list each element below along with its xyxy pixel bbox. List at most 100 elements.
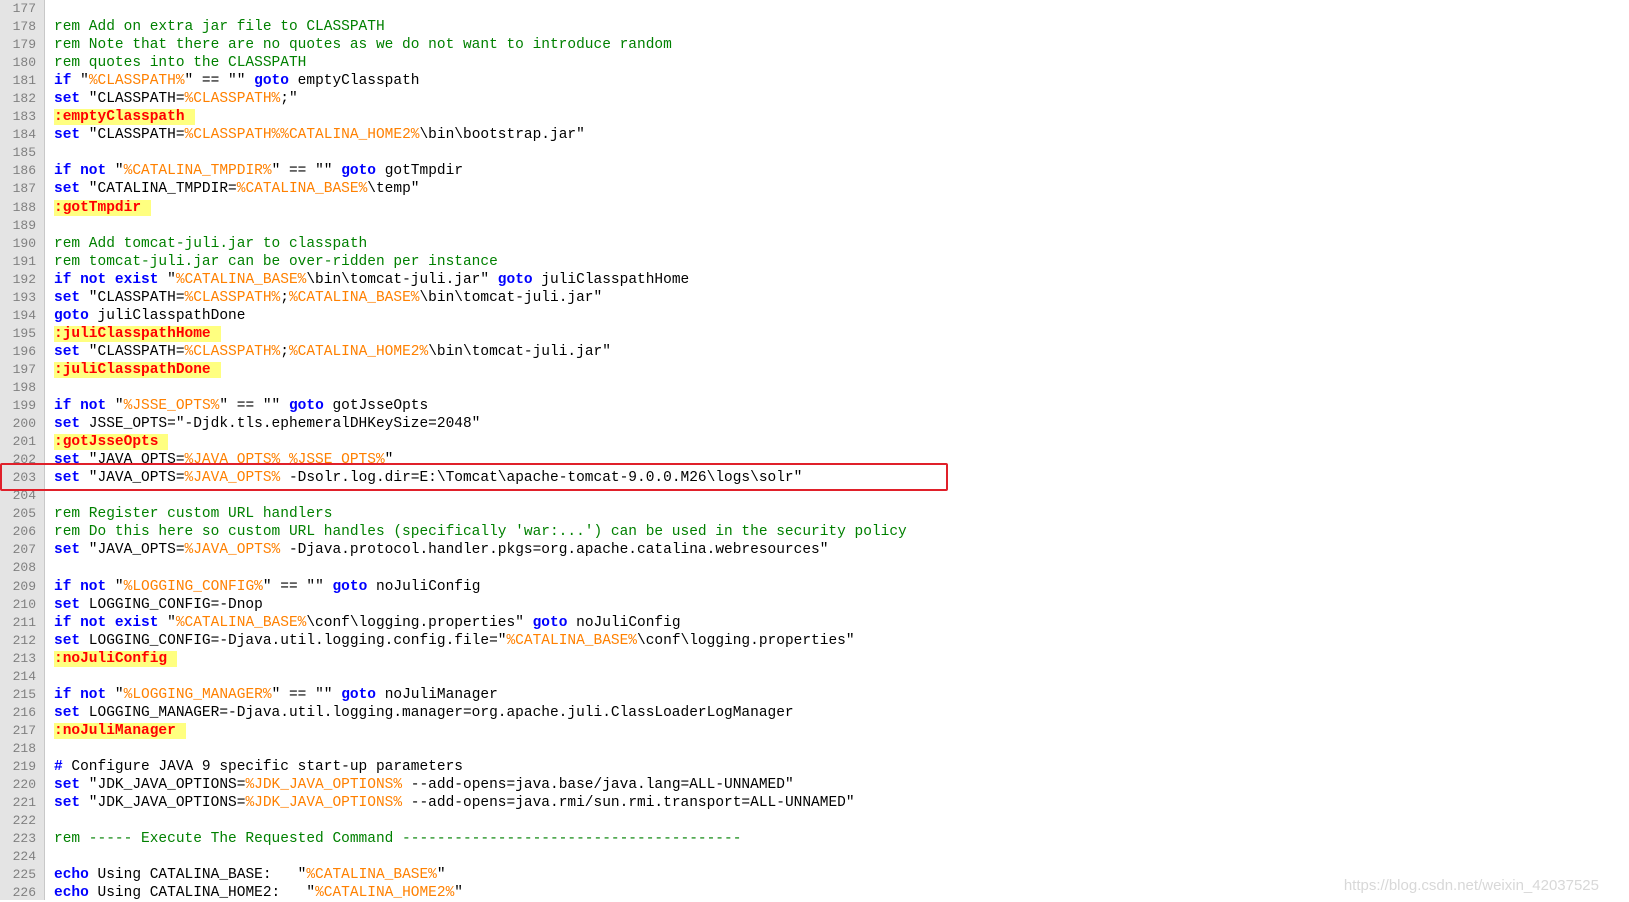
line-number: 200: [12, 416, 36, 432]
code-line[interactable]: 183:emptyClasspath: [0, 108, 1629, 126]
code-line[interactable]: 190 rem Add tomcat-juli.jar to classpath: [0, 235, 1629, 253]
line-code: rem Do this here so custom URL handles (…: [54, 523, 907, 541]
code-token: if not: [54, 578, 107, 595]
line-code: set "CLASSPATH=%CLASSPATH%;%CATALINA_HOM…: [54, 343, 611, 361]
code-line[interactable]: 180 rem quotes into the CLASSPATH: [0, 54, 1629, 72]
code-line[interactable]: 177: [0, 0, 1629, 18]
line-code: set JSSE_OPTS="-Djdk.tls.ephemeralDHKeyS…: [54, 415, 480, 433]
line-code: rem quotes into the CLASSPATH: [54, 54, 306, 72]
line-code: set LOGGING_MANAGER=-Djava.util.logging.…: [54, 704, 794, 722]
line-code: echo Using CATALINA_HOME2: "%CATALINA_HO…: [54, 884, 463, 902]
code-token: "CATALINA_TMPDIR=: [80, 181, 237, 198]
code-line[interactable]: 216 set LOGGING_MANAGER=-Djava.util.loggi…: [0, 704, 1629, 722]
code-token: #: [54, 758, 63, 775]
line-code: set "JDK_JAVA_OPTIONS=%JDK_JAVA_OPTIONS%…: [54, 776, 794, 794]
line-number: 180: [12, 55, 36, 71]
code-line[interactable]: 224: [0, 848, 1629, 866]
code-line[interactable]: 191 rem tomcat-juli.jar can be over-ridde…: [0, 253, 1629, 271]
code-line[interactable]: 192 if not exist "%CATALINA_BASE%\bin\tom…: [0, 271, 1629, 289]
code-line[interactable]: 186 if not "%CATALINA_TMPDIR%" == "" goto…: [0, 162, 1629, 180]
code-line[interactable]: 198: [0, 379, 1629, 397]
code-token: "JAVA_OPTS=: [80, 542, 185, 559]
code-token: rem tomcat-juli.jar can be over-ridden p…: [54, 253, 498, 270]
code-line[interactable]: 200 set JSSE_OPTS="-Djdk.tls.ephemeralDHK…: [0, 415, 1629, 433]
code-token: set: [54, 542, 81, 559]
code-token: juliClasspathHome: [532, 271, 690, 288]
code-token: goto: [532, 614, 568, 631]
code-line[interactable]: 188:gotTmpdir: [0, 199, 1629, 217]
line-code: :emptyClasspath: [54, 108, 195, 126]
code-line[interactable]: 201:gotJsseOpts: [0, 433, 1629, 451]
line-code: if not exist "%CATALINA_BASE%\conf\loggi…: [54, 614, 681, 632]
code-token: emptyClasspath: [288, 73, 420, 90]
line-number: 186: [12, 163, 36, 179]
code-line[interactable]: 221 set "JDK_JAVA_OPTIONS=%JDK_JAVA_OPTIO…: [0, 794, 1629, 812]
code-line[interactable]: 197:juliClasspathDone: [0, 361, 1629, 379]
code-line[interactable]: 212 set LOGGING_CONFIG=-Djava.util.loggin…: [0, 632, 1629, 650]
code-token: rem Add tomcat-juli.jar to classpath: [54, 235, 368, 252]
code-line[interactable]: 189: [0, 217, 1629, 235]
code-line[interactable]: 220 set "JDK_JAVA_OPTIONS=%JDK_JAVA_OPTIO…: [0, 776, 1629, 794]
line-number: 223: [12, 831, 36, 847]
code-token: noJuliManager: [376, 686, 498, 703]
code-line[interactable]: 193 set "CLASSPATH=%CLASSPATH%;%CATALINA_…: [0, 289, 1629, 307]
code-token: \conf\logging.properties": [637, 632, 855, 649]
code-token: rem ----- Execute The Requested Command …: [54, 831, 742, 848]
code-line[interactable]: 187 set "CATALINA_TMPDIR=%CATALINA_BASE%\…: [0, 180, 1629, 198]
code-token: ": [454, 885, 463, 902]
code-line[interactable]: 223 rem ----- Execute The Requested Comma…: [0, 830, 1629, 848]
code-line[interactable]: 219 # Configure JAVA 9 specific start-up …: [0, 758, 1629, 776]
code-token: %CLASSPATH%: [184, 343, 281, 360]
code-token: ;": [280, 91, 298, 108]
code-line[interactable]: 194 goto juliClasspathDone: [0, 307, 1629, 325]
code-token: \bin\tomcat-juli.jar": [419, 289, 603, 306]
code-token: Using CATALINA_BASE: ": [88, 867, 307, 884]
code-line[interactable]: 214: [0, 668, 1629, 686]
code-line[interactable]: 195:juliClasspathHome: [0, 325, 1629, 343]
code-line[interactable]: 210 set LOGGING_CONFIG=-Dnop: [0, 596, 1629, 614]
code-line[interactable]: 215 if not "%LOGGING_MANAGER%" == "" goto…: [0, 686, 1629, 704]
code-line[interactable]: 179 rem Note that there are no quotes as …: [0, 36, 1629, 54]
code-token: ": [158, 271, 176, 288]
line-number: 178: [12, 19, 36, 35]
code-token: "JDK_JAVA_OPTIONS=: [80, 795, 246, 812]
code-line[interactable]: 185: [0, 144, 1629, 162]
code-line[interactable]: 178 rem Add on extra jar file to CLASSPAT…: [0, 18, 1629, 36]
code-line[interactable]: 206 rem Do this here so custom URL handle…: [0, 523, 1629, 541]
code-token: if not: [54, 398, 107, 415]
code-line[interactable]: 199 if not "%JSSE_OPTS%" == "" goto gotJs…: [0, 397, 1629, 415]
code-token: set: [54, 91, 81, 108]
code-line[interactable]: 209 if not "%LOGGING_CONFIG%" == "" goto …: [0, 578, 1629, 596]
line-code: set "JAVA_OPTS=%JAVA_OPTS% -Djava.protoc…: [54, 541, 828, 559]
line-code: :juliClasspathHome: [54, 325, 221, 343]
code-line[interactable]: 222: [0, 812, 1629, 830]
line-code: set "CLASSPATH=%CLASSPATH%;": [54, 90, 298, 108]
code-line[interactable]: 218: [0, 740, 1629, 758]
code-token: ": [106, 578, 124, 595]
code-token: --add-opens=java.base/java.lang=ALL-UNNA…: [402, 777, 794, 794]
line-number: 206: [12, 524, 36, 540]
code-line[interactable]: 211 if not exist "%CATALINA_BASE%\conf\lo…: [0, 614, 1629, 632]
code-token: goto: [54, 307, 89, 324]
code-line[interactable]: 217:noJuliManager: [0, 722, 1629, 740]
code-editor[interactable]: 177 178 rem Add on extra jar file to CLASS…: [0, 0, 1629, 902]
line-number: 201: [12, 434, 36, 450]
code-line[interactable]: 182 set "CLASSPATH=%CLASSPATH%;": [0, 90, 1629, 108]
line-code: set "JDK_JAVA_OPTIONS=%JDK_JAVA_OPTIONS%…: [54, 794, 855, 812]
code-token: %CATALINA_BASE%: [506, 632, 638, 649]
code-line[interactable]: 205 rem Register custom URL handlers: [0, 505, 1629, 523]
code-line[interactable]: 208: [0, 559, 1629, 577]
line-code: # Configure JAVA 9 specific start-up par…: [54, 758, 463, 776]
code-token: if: [54, 73, 72, 90]
code-line[interactable]: 207 set "JAVA_OPTS=%JAVA_OPTS% -Djava.pro…: [0, 541, 1629, 559]
code-line[interactable]: 213:noJuliConfig: [0, 650, 1629, 668]
code-token: goto: [341, 686, 376, 703]
code-line[interactable]: 184 set "CLASSPATH=%CLASSPATH%%CATALINA_H…: [0, 126, 1629, 144]
code-token: :juliClasspathHome: [54, 325, 221, 342]
code-token: if not: [54, 686, 107, 703]
code-token: rem Add on extra jar file to CLASSPATH: [54, 19, 385, 36]
code-token: ": [436, 867, 446, 884]
code-line[interactable]: 181 if "%CLASSPATH%" == "" goto emptyClas…: [0, 72, 1629, 90]
code-line[interactable]: 196 set "CLASSPATH=%CLASSPATH%;%CATALINA_…: [0, 343, 1629, 361]
code-token: %CLASSPATH%: [88, 73, 185, 90]
